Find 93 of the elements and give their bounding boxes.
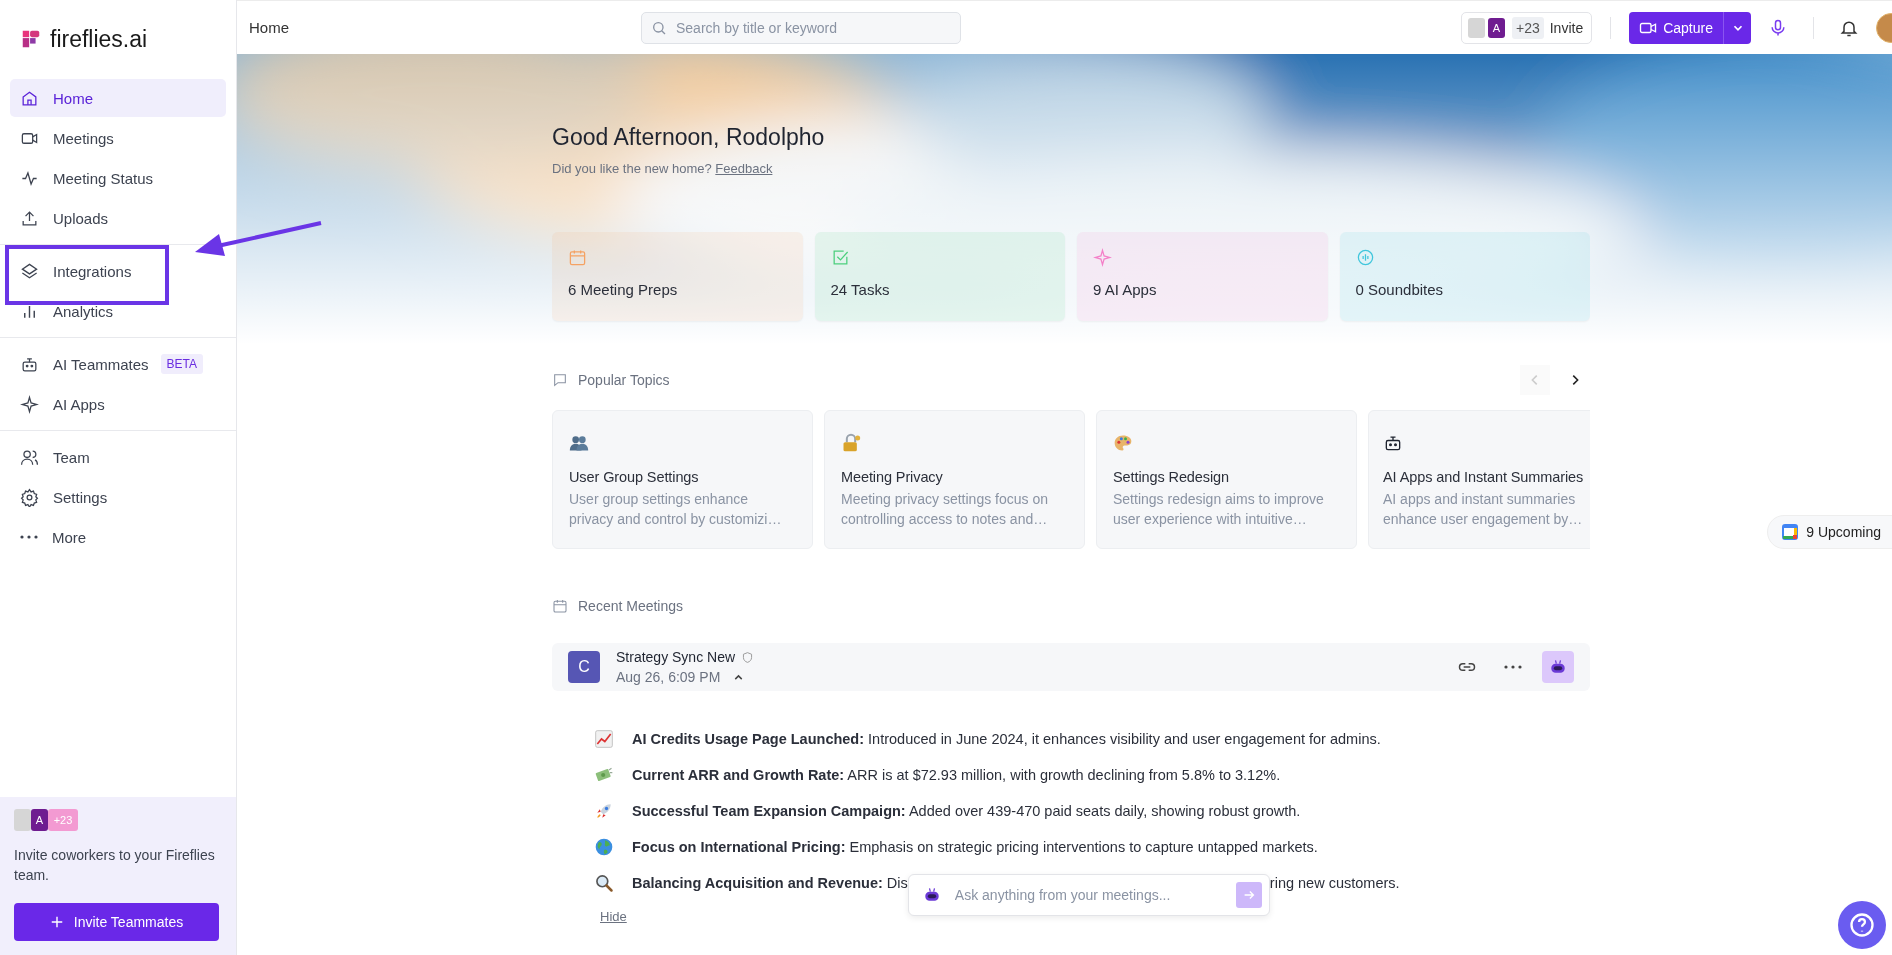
meeting-highlight: Focus on International Pricing: Emphasis on strategic pricing interventions to capture untapped markets. — [632, 839, 1318, 855]
stat-label: 9 AI Apps — [1093, 281, 1158, 298]
sound-wave-icon — [1355, 248, 1375, 267]
logo-text: fireflies.ai — [50, 25, 148, 53]
beta-badge: BETA — [160, 354, 204, 374]
help-button[interactable] — [1838, 901, 1886, 949]
chat-bubble-icon — [552, 372, 568, 388]
topic-card[interactable]: Meeting Privacy Meeting privacy settings focus on controlling access to notes and… — [824, 410, 1085, 549]
hide-link[interactable]: Hide — [600, 909, 627, 924]
rising-chart-icon — [594, 729, 614, 749]
search-icon — [651, 19, 667, 36]
meeting-highlight: AI Credits Usage Page Launched: Introduced in June 2024, it enhances visibility and user engagement for admins. — [632, 731, 1381, 747]
topic-title: Settings Redesign — [1113, 469, 1230, 485]
stat-label: 6 Meeting Preps — [568, 281, 679, 298]
palette-icon — [1113, 433, 1133, 453]
nav-item[interactable]: Settings — [10, 478, 226, 516]
shield-icon — [741, 650, 755, 664]
stat-card[interactable]: 6 Meeting Preps — [552, 232, 803, 321]
lock-icon — [841, 433, 861, 453]
more-icon — [1504, 665, 1522, 669]
plus-icon — [49, 915, 64, 929]
breadcrumb: Home — [249, 19, 290, 36]
topic-title: User Group Settings — [569, 469, 700, 485]
section-title: Recent Meetings — [578, 598, 684, 614]
ask-field[interactable]: Ask anything from your meetings... — [907, 874, 1270, 916]
nav-item[interactable]: AI Teammates BETA — [10, 345, 226, 383]
logo-icon — [20, 28, 42, 50]
stat-card[interactable]: 9 AI Apps — [1077, 232, 1328, 321]
meeting-avatar: C — [568, 651, 600, 683]
sparkle-icon — [1093, 248, 1112, 267]
calendar-icon — [568, 248, 587, 267]
sparkle-icon — [20, 394, 39, 414]
upload-icon — [20, 208, 39, 228]
topic-description: Settings redesign aims to improve user experience with intuitive… — [1113, 490, 1325, 529]
meeting-card[interactable]: C Strategy Sync New Aug 26, 6:09 PM — [552, 643, 1590, 691]
upcoming-button[interactable]: 9 Upcoming — [1767, 515, 1892, 549]
topic-description: User group settings enhance privacy and control by customizi… — [569, 490, 783, 529]
topic-card[interactable]: Settings Redesign Settings redesign aims to improve user experience with intuitive… — [1096, 410, 1357, 549]
invite-label: Invite — [1549, 19, 1584, 36]
home-icon — [20, 88, 39, 108]
meeting-highlight: Balancing Acquisition and Revenue: Dis — [632, 875, 908, 891]
section-title: Popular Topics — [578, 372, 670, 388]
invite-button[interactable]: A +23 Invite — [1460, 11, 1593, 44]
meeting-title: Strategy Sync New — [616, 649, 736, 665]
more-icon — [20, 535, 38, 539]
calendar-icon — [552, 598, 568, 614]
greeting-title: Good Afternoon, Rodolpho — [552, 124, 826, 151]
avatar — [1467, 17, 1485, 38]
layers-icon — [20, 261, 39, 281]
microphone-icon — [1768, 17, 1788, 38]
topic-title: AI Apps and Instant Summaries — [1383, 469, 1585, 485]
nav-item[interactable]: Meeting Status — [10, 159, 226, 197]
avatar: A — [31, 809, 48, 831]
people-icon — [569, 433, 589, 453]
nav-item[interactable]: AI Apps — [10, 385, 226, 423]
meeting-date: Aug 26, 6:09 PM — [616, 669, 721, 685]
nav-item[interactable]: More — [10, 518, 226, 556]
topic-description: Meeting privacy settings focus on controlling access to notes and… — [841, 490, 1049, 529]
topic-description: AI apps and instant summaries enhance user engagement by… — [1383, 490, 1584, 529]
globe-icon — [594, 837, 614, 857]
stat-card[interactable]: 24 Tasks — [814, 232, 1065, 321]
feedback-prompt: Did you like the new home? Feedback — [552, 161, 774, 176]
nav-item[interactable]: Team — [10, 438, 226, 476]
avatar: A — [1487, 17, 1505, 38]
rocket-icon — [594, 801, 614, 821]
meeting-highlight: Successful Team Expansion Campaign: Added over 439-470 paid seats daily, showing robust growth. — [632, 803, 1301, 819]
stat-card[interactable]: 0 Soundbites — [1339, 232, 1590, 321]
capture-dropdown-button[interactable] — [1723, 11, 1751, 44]
assistant-button[interactable] — [1542, 651, 1574, 683]
capture-button[interactable]: Capture — [1629, 11, 1723, 44]
nav-item[interactable]: Analytics — [10, 292, 226, 330]
meeting-highlight: ring new customers. — [1269, 875, 1400, 891]
stat-label: 24 Tasks — [830, 281, 891, 298]
magnifier-icon — [594, 873, 614, 893]
meeting-highlight: Current ARR and Growth Rate: ARR is at $72.93 million, with growth declining from 5.8% to 3.12%. — [632, 767, 1281, 783]
nav-item[interactable]: Meetings — [10, 119, 226, 157]
nav-item[interactable]: Home — [10, 79, 226, 117]
topic-title: Meeting Privacy — [841, 469, 944, 485]
calendar-icon — [1782, 524, 1799, 540]
nav-item[interactable]: Integrations — [10, 252, 226, 290]
help-icon — [1848, 911, 1876, 939]
member-count: +23 — [1511, 16, 1544, 39]
member-count: +23 — [48, 809, 78, 831]
search-field[interactable]: Search by title or keyword — [641, 11, 961, 44]
nav-item[interactable]: Uploads — [10, 199, 226, 237]
avatar — [14, 809, 31, 831]
settings-icon — [20, 487, 39, 507]
feedback-link[interactable]: Feedback — [715, 161, 773, 176]
invite-teammates-button[interactable]: Invite Teammates — [14, 903, 219, 941]
topic-card[interactable]: AI Apps and Instant Summaries AI apps and instant summaries enhance user engagement by… — [1368, 410, 1590, 549]
topic-card[interactable]: User Group Settings User group settings enhance privacy and control by customizi… — [552, 410, 813, 549]
stat-label: 0 Soundbites — [1355, 281, 1445, 298]
invite-text: Invite coworkers to your Fireflies team. — [14, 846, 216, 885]
